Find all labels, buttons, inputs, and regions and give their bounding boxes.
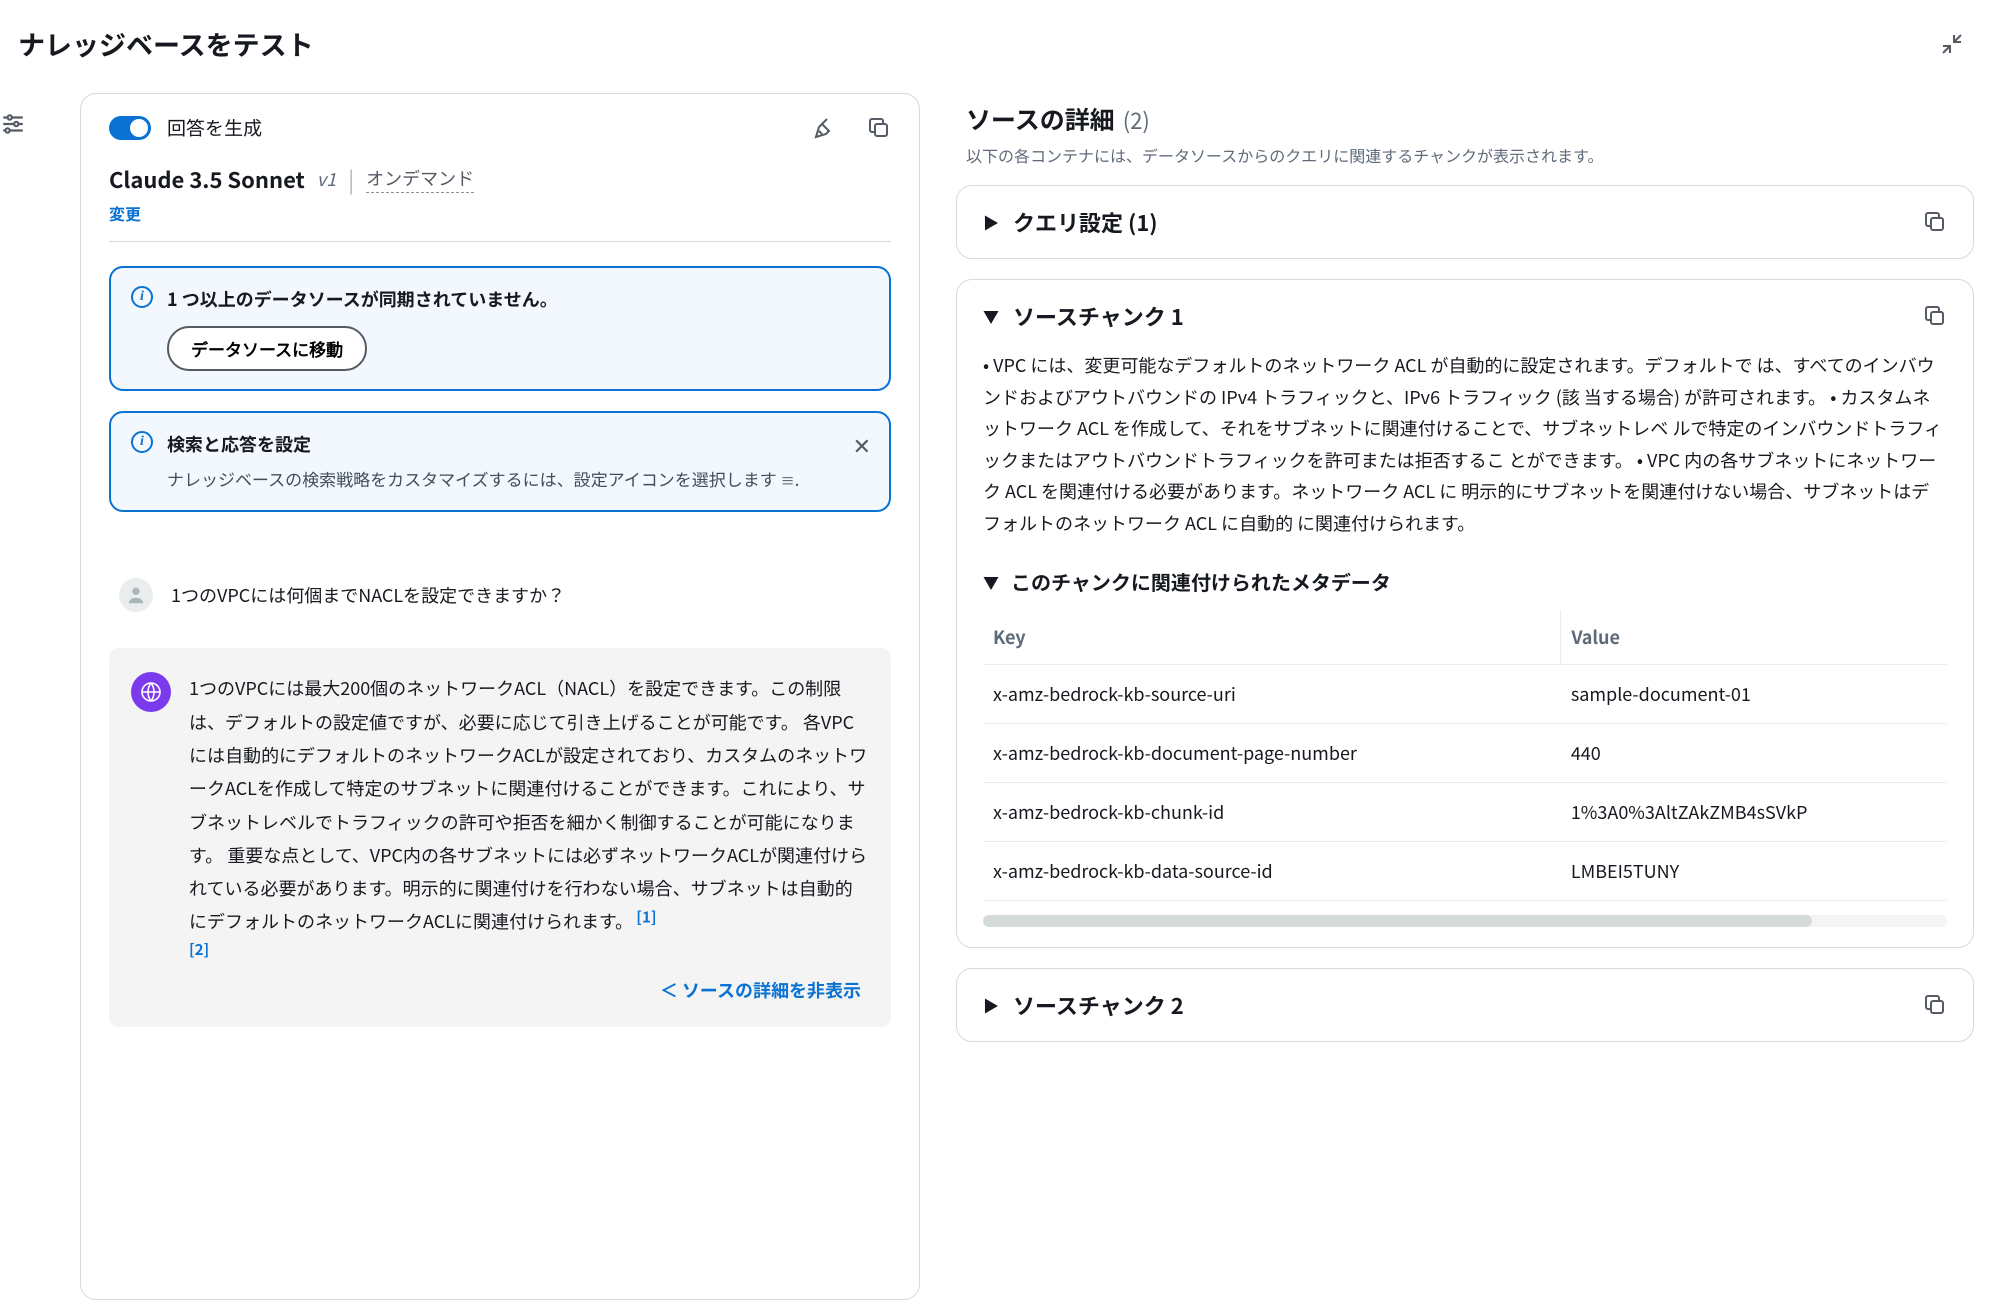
config-info-text: ナレッジベースの検索戦略をカスタマイズするには、設定アイコンを選択します ≡. [167, 465, 869, 492]
info-icon: i [131, 431, 153, 453]
info-icon: i [131, 286, 153, 308]
metadata-col-key: Key [983, 610, 1561, 665]
caret-right-icon: ▶ [983, 210, 999, 234]
copy-icon[interactable] [867, 116, 891, 140]
copy-icon[interactable] [1923, 993, 1947, 1017]
citation-1[interactable]: [1] [636, 907, 656, 928]
source-details-subtitle: 以下の各コンテナには、データソースからのクエリに関連するチャンクが表示されます。 [956, 143, 1974, 185]
source-details-title: ソースの詳細 [966, 101, 1115, 137]
settings-sliders-icon[interactable] [0, 111, 80, 137]
sync-warning-text: 1 つ以上のデータソースが同期されていません。 [167, 286, 869, 312]
table-row: x-amz-bedrock-kb-chunk-id 1%3A0%3AltZAkZ… [983, 783, 1947, 842]
user-message-text: 1つのVPCには何個までNACLを設定できますか？ [171, 582, 565, 608]
copy-icon[interactable] [1923, 210, 1947, 234]
table-row: x-amz-bedrock-kb-document-page-number 44… [983, 724, 1947, 783]
sliders-inline-icon: ≡ [781, 470, 795, 492]
broom-icon[interactable] [813, 116, 837, 140]
query-settings-section[interactable]: ▶ クエリ設定 (1) [956, 185, 1974, 259]
sync-warning-box: i 1 つ以上のデータソースが同期されていません。 データソースに移動 [109, 266, 891, 391]
ai-avatar-icon [131, 672, 171, 712]
table-row: x-amz-bedrock-kb-data-source-id LMBEI5TU… [983, 842, 1947, 901]
assistant-message-text: 1つのVPCには最大200個のネットワークACL（NACL）を設定できます。この… [189, 675, 867, 934]
config-info-box: ✕ i 検索と応答を設定 ナレッジベースの検索戦略をカスタマイズするには、設定ア… [109, 411, 891, 512]
caret-down-icon: ▼ [983, 304, 999, 328]
caret-right-icon: ▶ [983, 993, 999, 1017]
close-icon[interactable]: ✕ [853, 429, 871, 461]
model-name: Claude 3.5 Sonnet [109, 163, 305, 195]
horizontal-scrollbar[interactable] [983, 915, 1947, 927]
collapse-panel-icon[interactable] [1940, 32, 1964, 56]
assistant-message: 1つのVPCには最大200個のネットワークACL（NACL）を設定できます。この… [109, 648, 891, 1027]
copy-icon[interactable] [1923, 304, 1947, 328]
metadata-title: このチャンクに関連付けられたメタデータ [1011, 567, 1391, 596]
user-message: 1つのVPCには何個までNACLを設定できますか？ [109, 560, 891, 630]
source-chunk-1-body: • VPC には、変更可能なデフォルトのネットワーク ACL が自動的に設定され… [983, 350, 1947, 539]
model-version: v1 [317, 166, 336, 192]
source-chunk-1-title: ソースチャンク 1 [1013, 300, 1909, 332]
config-info-title: 検索と応答を設定 [167, 431, 869, 457]
metadata-col-value: Value [1561, 610, 1947, 665]
user-avatar-icon [119, 578, 153, 612]
citation-2[interactable]: [2] [189, 939, 209, 960]
metadata-table: Key Value x-amz-bedrock-kb-source-uri sa… [983, 610, 1947, 901]
source-chunk-1-header[interactable]: ▼ ソースチャンク 1 [983, 300, 1947, 332]
source-details-count: (2) [1123, 104, 1150, 136]
generate-answer-label: 回答を生成 [167, 114, 797, 141]
metadata-header[interactable]: ▼ このチャンクに関連付けられたメタデータ [983, 567, 1947, 596]
hide-source-details-link[interactable]: ＜ ソースの詳細を非表示 [189, 965, 869, 1003]
table-row: x-amz-bedrock-kb-source-uri sample-docum… [983, 665, 1947, 724]
source-chunk-2-section[interactable]: ▶ ソースチャンク 2 [956, 968, 1974, 1042]
change-model-link[interactable]: 変更 [103, 195, 897, 237]
caret-down-icon: ▼ [983, 570, 999, 594]
model-mode[interactable]: オンデマンド [366, 165, 474, 193]
query-settings-title: クエリ設定 (1) [1013, 206, 1909, 238]
source-chunk-2-title: ソースチャンク 2 [1013, 989, 1909, 1021]
page-title: ナレッジベースをテスト [18, 24, 314, 63]
generate-answer-toggle[interactable] [109, 116, 151, 140]
source-chunk-1-section: ▼ ソースチャンク 1 • VPC には、変更可能なデフォルトのネットワーク A… [956, 279, 1974, 948]
go-to-datasource-button[interactable]: データソースに移動 [167, 326, 367, 371]
